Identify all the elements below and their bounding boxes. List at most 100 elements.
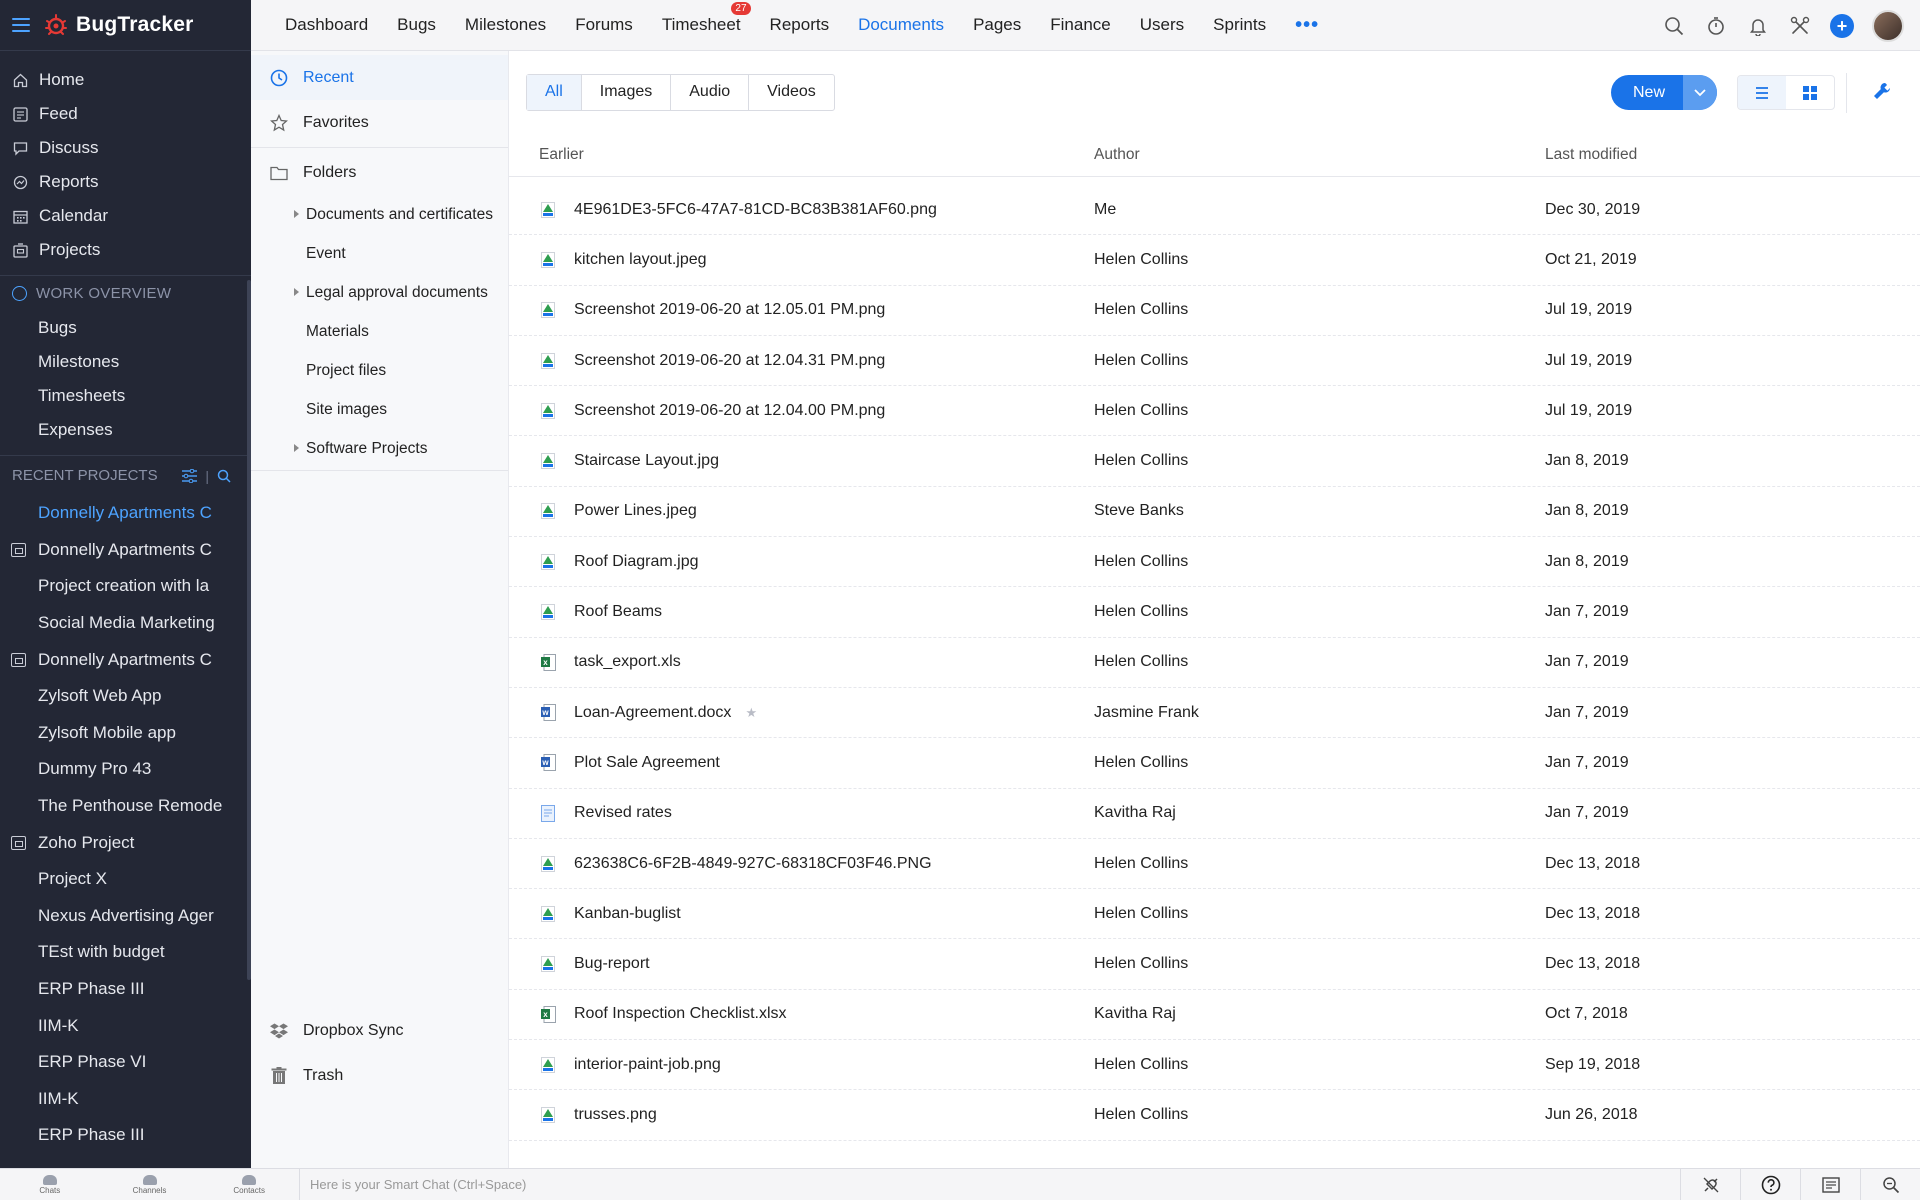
wrench-settings-icon[interactable] <box>1872 81 1894 103</box>
chat-tab-contacts[interactable]: Contacts <box>199 1169 299 1200</box>
folder-tree-item[interactable]: Legal approval documents <box>251 273 508 312</box>
file-name[interactable]: Power Lines.jpeg <box>574 502 697 520</box>
folder-favorites[interactable]: Favorites <box>251 100 508 145</box>
table-row[interactable]: Screenshot 2019-06-20 at 12.04.00 PM.png… <box>509 386 1920 437</box>
sidebar-item-projects[interactable]: Projects <box>0 233 251 267</box>
recent-project-item[interactable]: Zylsoft Mobile app <box>0 715 251 752</box>
work-overview-header[interactable]: WORK OVERVIEW <box>0 275 251 311</box>
work-item-bugs[interactable]: Bugs <box>0 311 251 345</box>
folder-tree-item[interactable]: Documents and certificates <box>251 195 508 234</box>
topnav-dashboard[interactable]: Dashboard <box>285 15 368 35</box>
file-name[interactable]: kitchen layout.jpeg <box>574 251 707 269</box>
table-row[interactable]: Screenshot 2019-06-20 at 12.04.31 PM.png… <box>509 336 1920 387</box>
recent-project-item[interactable]: Zylsoft Web App <box>0 678 251 715</box>
table-row[interactable]: kitchen layout.jpeg Helen Collins Oct 21, … <box>509 235 1920 286</box>
hamburger-menu-icon[interactable] <box>12 18 30 32</box>
sidebar-item-discuss[interactable]: Discuss <box>0 131 251 165</box>
caret-right-icon[interactable] <box>294 210 299 218</box>
search-projects-icon[interactable] <box>217 469 231 483</box>
file-name[interactable]: Screenshot 2019-06-20 at 12.05.01 PM.png <box>574 301 885 319</box>
topnav-timesheet[interactable]: Timesheet 27 <box>662 2 751 35</box>
user-avatar[interactable] <box>1872 9 1904 42</box>
recent-project-item[interactable]: The Penthouse Remode <box>0 788 251 825</box>
folder-recent[interactable]: Recent <box>251 55 508 100</box>
table-row[interactable]: Roof Beams Helen Collins Jan 7, 2019 <box>509 587 1920 638</box>
filter-tab-videos[interactable]: Videos <box>749 75 834 110</box>
file-name[interactable]: task_export.xls <box>574 653 681 671</box>
topnav-documents[interactable]: Documents <box>858 15 944 35</box>
file-name[interactable]: Roof Inspection Checklist.xlsx <box>574 1005 787 1023</box>
table-row[interactable]: Roof Diagram.jpg Helen Collins Jan 8, 2019 <box>509 537 1920 588</box>
folder-folders[interactable]: Folders <box>251 150 508 195</box>
file-name[interactable]: Revised rates <box>574 804 672 822</box>
recent-project-item[interactable]: ERP Phase III <box>0 971 251 1008</box>
list-view-icon[interactable] <box>1738 76 1786 109</box>
folder-tree-item[interactable]: Site images <box>251 390 508 429</box>
work-item-milestones[interactable]: Milestones <box>0 345 251 379</box>
recent-project-item[interactable]: Donnelly Apartments C <box>0 495 251 532</box>
work-item-expenses[interactable]: Expenses <box>0 413 251 447</box>
work-item-timesheets[interactable]: Timesheets <box>0 379 251 413</box>
caret-right-icon[interactable] <box>294 444 299 452</box>
bell-icon[interactable] <box>1746 14 1770 38</box>
quick-add-plus-icon[interactable]: + <box>1830 13 1854 38</box>
dropbox-sync[interactable]: Dropbox Sync <box>251 1008 508 1053</box>
recent-project-item[interactable]: Donnelly Apartments C <box>0 532 251 569</box>
folder-tree-item[interactable]: Project files <box>251 351 508 390</box>
recent-project-item[interactable]: Zoho Project <box>0 824 251 861</box>
recent-project-item[interactable]: TEst with budget <box>0 934 251 971</box>
more-options-icon[interactable]: ••• <box>1295 14 1319 37</box>
news-icon[interactable] <box>1800 1169 1860 1200</box>
chat-tab-chats[interactable]: Chats <box>0 1169 100 1200</box>
table-row[interactable]: w Loan-Agreement.docx ★ Jasmine Frank Jan 7,… <box>509 688 1920 739</box>
table-row[interactable]: Screenshot 2019-06-20 at 12.05.01 PM.png… <box>509 286 1920 336</box>
file-name[interactable]: Screenshot 2019-06-20 at 12.04.31 PM.png <box>574 352 885 370</box>
table-row[interactable]: interior-paint-job.png Helen Collins Sep 1… <box>509 1040 1920 1091</box>
file-name[interactable]: Loan-Agreement.docx <box>574 704 731 722</box>
table-row[interactable]: x Roof Inspection Checklist.xlsx Kavitha R… <box>509 990 1920 1041</box>
recent-project-item[interactable]: Project creation with la <box>0 568 251 605</box>
folder-tree-item[interactable]: Materials <box>251 312 508 351</box>
topnav-finance[interactable]: Finance <box>1050 15 1110 35</box>
file-name[interactable]: Plot Sale Agreement <box>574 754 720 772</box>
table-row[interactable]: Revised rates Kavitha Raj Jan 7, 2019 <box>509 789 1920 839</box>
favorite-star-icon[interactable]: ★ <box>745 705 757 721</box>
topnav-milestones[interactable]: Milestones <box>465 15 546 35</box>
table-row[interactable]: 4E961DE3-5FC6-47A7-81CD-BC83B381AF60.png… <box>509 185 1920 236</box>
recent-project-item[interactable]: Social Media Marketing <box>0 605 251 642</box>
chat-tab-channels[interactable]: Channels <box>100 1169 200 1200</box>
table-row[interactable]: Power Lines.jpeg Steve Banks Jan 8, 2019 <box>509 487 1920 538</box>
table-row[interactable]: Staircase Layout.jpg Helen Collins Jan 8, … <box>509 436 1920 487</box>
filter-tab-all[interactable]: All <box>527 74 582 110</box>
filter-tab-images[interactable]: Images <box>582 74 672 110</box>
file-name[interactable]: Roof Beams <box>574 603 662 621</box>
recent-project-item[interactable]: ERP Phase III <box>0 1117 251 1154</box>
topnav-sprints[interactable]: Sprints <box>1213 15 1266 35</box>
sidebar-item-reports[interactable]: Reports <box>0 165 251 199</box>
folder-tree-item[interactable]: Event <box>251 234 508 273</box>
recent-project-item[interactable]: Project X <box>0 861 251 898</box>
help-icon[interactable] <box>1740 1169 1800 1200</box>
table-row[interactable]: x task_export.xls Helen Collins Jan 7, 2019 <box>509 638 1920 688</box>
topnav-pages[interactable]: Pages <box>973 15 1021 35</box>
smart-chat-input[interactable]: Here is your Smart Chat (Ctrl+Space) <box>300 1177 1680 1192</box>
sidebar-item-calendar[interactable]: Calendar <box>0 199 251 233</box>
recent-project-item[interactable]: Dummy Pro 43 <box>0 751 251 788</box>
file-name[interactable]: interior-paint-job.png <box>574 1056 721 1074</box>
folder-tree-item[interactable]: Software Projects <box>251 429 508 468</box>
new-button[interactable]: New <box>1611 75 1718 110</box>
file-name[interactable]: 4E961DE3-5FC6-47A7-81CD-BC83B381AF60.png <box>574 201 937 219</box>
topnav-forums[interactable]: Forums <box>575 15 633 35</box>
sidebar-item-feed[interactable]: Feed <box>0 97 251 131</box>
topnav-bugs[interactable]: Bugs <box>397 15 436 35</box>
file-name[interactable]: Kanban-buglist <box>574 905 681 923</box>
file-name[interactable]: Staircase Layout.jpg <box>574 452 719 470</box>
tools-icon[interactable] <box>1788 14 1812 38</box>
grid-view-icon[interactable] <box>1786 76 1834 109</box>
recent-project-item[interactable]: ERP Phase VI <box>0 1044 251 1081</box>
filter-tab-audio[interactable]: Audio <box>671 74 750 110</box>
recent-project-item[interactable]: Nexus Advertising Ager <box>0 898 251 935</box>
file-name[interactable]: Roof Diagram.jpg <box>574 553 699 571</box>
file-name[interactable]: 623638C6-6F2B-4849-927C-68318CF03F46.PNG <box>574 855 932 873</box>
topnav-reports[interactable]: Reports <box>770 15 830 35</box>
